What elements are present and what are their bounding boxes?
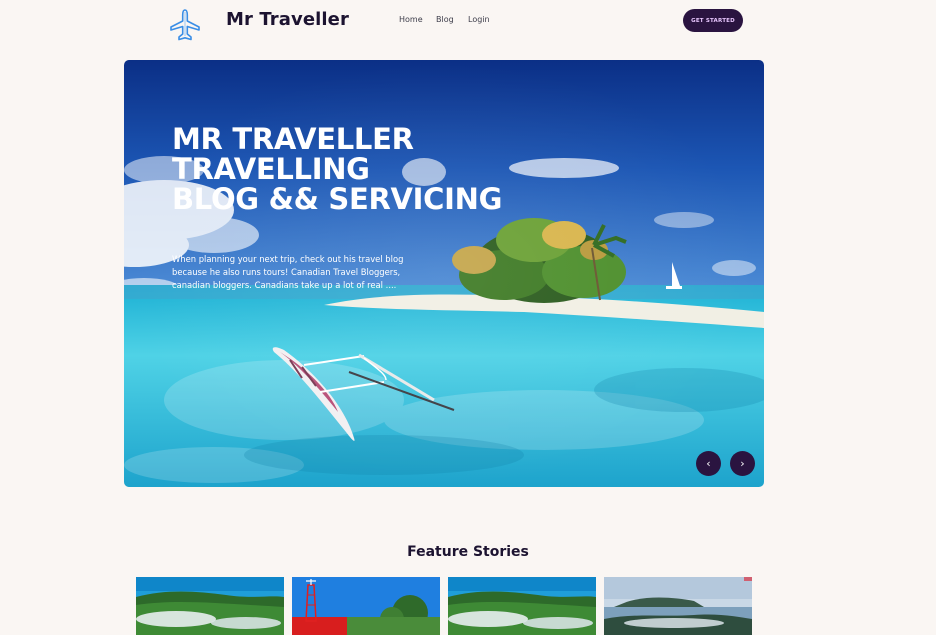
hero-description: When planning your next trip, check out …	[172, 254, 404, 290]
story-card[interactable]	[136, 577, 284, 635]
airplane-icon[interactable]	[169, 8, 201, 42]
carousel-prev-button[interactable]: ‹	[696, 451, 721, 476]
brand-name[interactable]: Mr Traveller	[226, 9, 349, 30]
story-card[interactable]	[292, 577, 440, 635]
top-navbar: Mr Traveller Home Blog Login GET STARTED	[0, 0, 936, 42]
chevron-right-icon: ›	[740, 457, 745, 470]
misty-island-photo	[604, 577, 752, 635]
island-forest-photo	[448, 577, 596, 635]
get-started-button[interactable]: GET STARTED	[683, 9, 743, 32]
feature-stories-heading: Feature Stories	[407, 544, 529, 560]
nav-link-login[interactable]: Login	[468, 15, 490, 24]
chevron-left-icon: ‹	[706, 457, 711, 470]
carousel-next-button[interactable]: ›	[730, 451, 755, 476]
hero-title: MR TRAVELLER TRAVELLING BLOG && SERVICIN…	[172, 124, 532, 214]
hero-carousel: MR TRAVELLER TRAVELLING BLOG && SERVICIN…	[124, 60, 764, 487]
story-card[interactable]	[448, 577, 596, 635]
hero-title-line: TRAVELLING	[172, 152, 370, 186]
nav-link-blog[interactable]: Blog	[436, 15, 454, 24]
hero-title-line: MR TRAVELLER	[172, 122, 414, 156]
island-forest-photo	[136, 577, 284, 635]
hero-title-line: BLOG && SERVICING	[172, 182, 503, 216]
story-card[interactable]	[604, 577, 752, 635]
nav-link-home[interactable]: Home	[399, 15, 423, 24]
lighthouse-photo	[292, 577, 440, 635]
